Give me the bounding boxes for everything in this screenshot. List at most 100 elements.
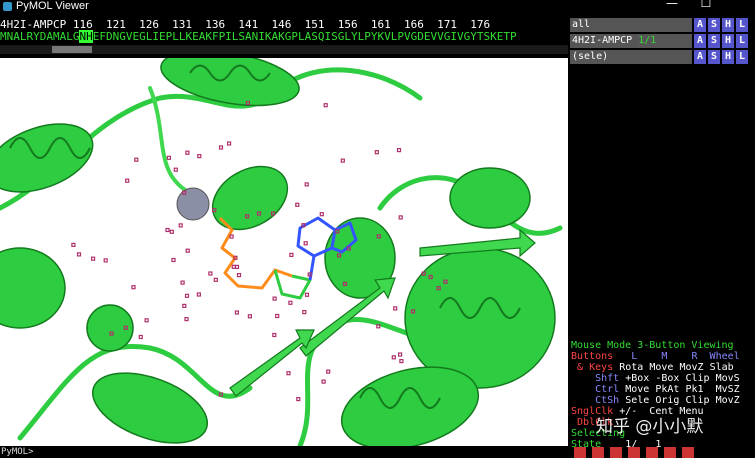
water-molecule: [296, 397, 301, 402]
water-molecule: [234, 264, 240, 269]
protein-loop: [148, 86, 202, 200]
hide-button[interactable]: H: [722, 34, 734, 48]
water-molecule: [171, 257, 176, 263]
title-bar: PyMOL Viewer — ☐: [0, 0, 755, 14]
action-button[interactable]: A: [694, 18, 706, 32]
water-molecule: [71, 242, 76, 247]
hide-button[interactable]: H: [722, 18, 734, 32]
play-icon[interactable]: [628, 447, 640, 458]
water-molecule: [391, 355, 396, 360]
water-molecule: [340, 158, 345, 163]
water-molecule: [197, 153, 202, 159]
sequence-scrollbar[interactable]: [0, 45, 568, 54]
minimize-button[interactable]: —: [660, 0, 684, 11]
magnesium-ion-sphere: [86, 304, 134, 352]
step-forward-icon[interactable]: [646, 447, 658, 458]
water-molecule: [323, 103, 328, 108]
show-button[interactable]: S: [708, 18, 720, 32]
water-molecule: [399, 359, 404, 364]
object-row-sele[interactable]: (sele) A S H L: [569, 50, 755, 65]
water-molecule: [144, 318, 149, 323]
sequence-residues-after[interactable]: EFDNGVEGLIEPLLKEAKFPILSANIKAKGPLASQISGLY…: [93, 30, 517, 43]
movie-scene-icon[interactable]: [682, 447, 694, 458]
protein-helix: [91, 372, 209, 444]
water-molecule: [286, 371, 291, 376]
water-molecule: [376, 324, 381, 329]
label-button[interactable]: L: [736, 50, 748, 64]
mouse-ctrl-shift-row: CtSh Sele Orig Clip MovZ: [595, 395, 740, 406]
protein-cartoon-render[interactable]: [0, 58, 568, 446]
water-molecule: [302, 310, 307, 315]
water-molecule: [326, 369, 331, 374]
object-name-4h2i-ampcp[interactable]: 4H2I-AMPCP 1/1: [570, 34, 692, 48]
water-molecule: [169, 229, 174, 234]
mouse-keys-row: & Keys Rota Move MovZ Slab: [577, 362, 734, 373]
water-molecule: [229, 234, 234, 239]
mouse-mode-header: Mouse Mode 3-Button Viewing: [571, 340, 734, 351]
water-molecule: [234, 310, 239, 315]
water-molecule: [303, 241, 308, 246]
water-molecule: [208, 271, 213, 276]
action-button[interactable]: A: [694, 34, 706, 48]
water-molecule: [178, 223, 183, 228]
mouse-buttons-row: Buttons L M R Wheel: [571, 351, 740, 362]
show-button[interactable]: S: [708, 50, 720, 64]
zhihu-watermark: 知乎 @小小默: [596, 417, 704, 437]
water-molecule: [185, 248, 190, 253]
rewind-icon[interactable]: [574, 447, 586, 458]
water-molecule: [184, 317, 189, 322]
water-molecule: [289, 252, 294, 257]
water-molecule: [166, 155, 171, 160]
water-molecule: [218, 145, 224, 150]
water-molecule: [76, 252, 82, 257]
water-molecule: [182, 303, 187, 308]
command-line-prompt[interactable]: PyMOL>: [1, 446, 34, 458]
command-line-bar[interactable]: PyMOL>: [0, 446, 568, 458]
mouse-mode-panel: Mouse Mode 3-Button Viewing Buttons L M …: [569, 338, 755, 456]
label-button[interactable]: L: [736, 18, 748, 32]
object-row-4h2i-ampcp[interactable]: 4H2I-AMPCP 1/1 A S H L: [569, 34, 755, 49]
mouse-shift-row: Shft +Box -Box Clip MovS: [595, 373, 740, 384]
water-molecule: [103, 258, 108, 263]
sequence-viewer[interactable]: 4H2I-AMPCP 116 121 126 131 136 141 146 1…: [0, 16, 568, 58]
fast-forward-icon[interactable]: [664, 447, 676, 458]
water-molecule: [213, 277, 218, 282]
water-molecule: [173, 167, 178, 172]
water-molecule: [374, 150, 379, 155]
zinc-ion-sphere: [176, 187, 210, 221]
water-molecule: [247, 314, 252, 319]
sequence-selected-residues[interactable]: NH: [79, 30, 93, 43]
object-row-all[interactable]: all A S H L: [569, 18, 755, 33]
maximize-button[interactable]: ☐: [694, 0, 718, 11]
water-molecule: [138, 334, 143, 340]
show-button[interactable]: S: [708, 34, 720, 48]
window-title: PyMOL Viewer: [16, 0, 89, 12]
water-molecule: [196, 292, 201, 297]
water-molecule: [304, 182, 309, 187]
water-molecule: [272, 332, 277, 338]
label-button[interactable]: L: [736, 34, 748, 48]
sequence-residues-before[interactable]: MNALRYDAMALG: [0, 30, 79, 43]
water-molecule: [131, 285, 136, 290]
water-molecule: [319, 212, 324, 217]
object-name-all[interactable]: all: [570, 18, 692, 32]
water-molecule: [165, 227, 170, 233]
protein-helix: [449, 167, 531, 229]
water-molecule: [321, 379, 326, 384]
water-molecule: [125, 178, 130, 183]
protein-helix: [0, 123, 94, 193]
sequence-residues[interactable]: MNALRYDAMALGNHEFDNGVEGLIEPLLKEAKFPILSANI…: [0, 30, 517, 43]
water-molecule: [288, 300, 293, 305]
sequence-scroll-thumb[interactable]: [52, 46, 92, 53]
water-molecule: [304, 292, 310, 297]
stop-icon[interactable]: [610, 447, 622, 458]
ligand-ribose: [273, 269, 312, 300]
hide-button[interactable]: H: [722, 50, 734, 64]
water-molecule: [295, 202, 300, 207]
step-back-icon[interactable]: [592, 447, 604, 458]
molecular-viewport[interactable]: [0, 58, 568, 446]
ligand-phosphate-chain: [218, 216, 293, 290]
object-name-sele[interactable]: (sele): [570, 50, 692, 64]
action-button[interactable]: A: [694, 50, 706, 64]
water-molecule: [180, 280, 185, 285]
